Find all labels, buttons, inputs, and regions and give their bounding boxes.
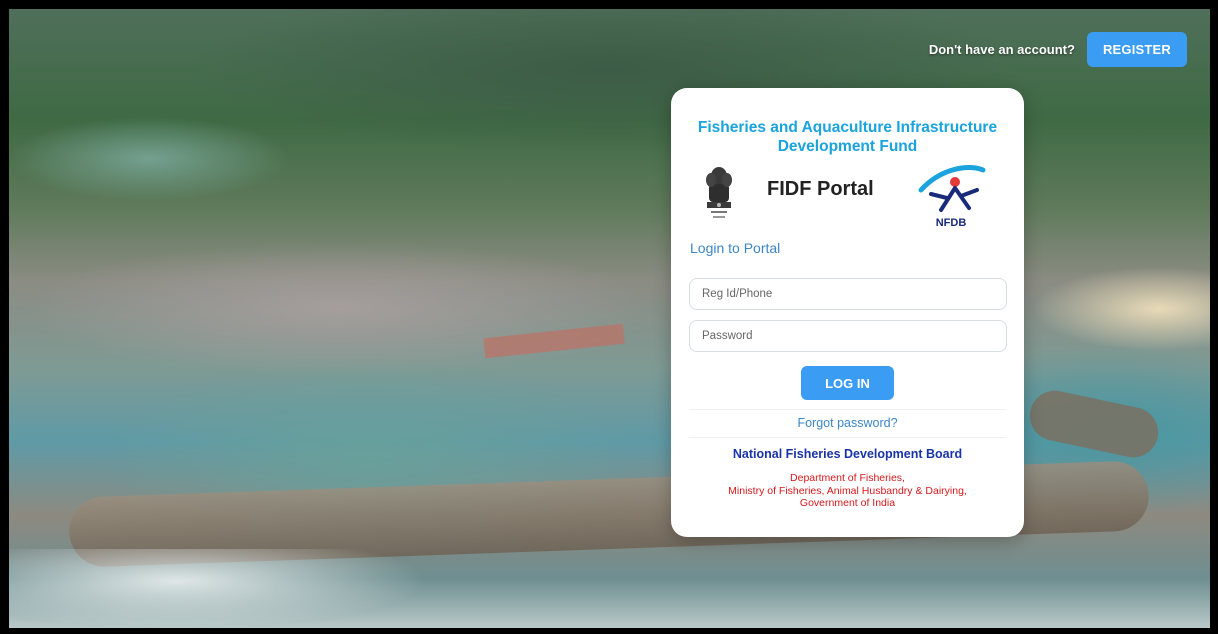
ministry-line: Department of Fisheries, (790, 472, 905, 484)
ministry-info: Department of Fisheries, Ministry of Fis… (671, 472, 1024, 510)
portal-name: FIDF Portal (767, 178, 874, 200)
register-button[interactable]: REGISTER (1086, 32, 1187, 67)
password-input[interactable] (689, 320, 1007, 352)
ministry-line: Ministry of Fisheries, Animal Husbandry … (728, 484, 967, 497)
reg-id-phone-input[interactable] (689, 278, 1007, 310)
board-name: National Fisheries Development Board (732, 447, 963, 461)
ministry-line: Government of India (799, 497, 896, 509)
forgot-password-link[interactable]: Forgot password? (671, 416, 1024, 430)
login-heading: Login to Portal (690, 240, 781, 256)
divider (689, 409, 1006, 410)
top-bar: Don't have an account? REGISTER (929, 32, 1187, 67)
divider (689, 437, 1006, 438)
state-emblem-icon (706, 167, 732, 218)
background-surf (9, 549, 429, 628)
login-card: Fisheries and Aquaculture Infrastructure… (671, 88, 1024, 537)
login-button[interactable]: LOG IN (801, 366, 894, 400)
fund-title: Fisheries and Aquaculture Infrastructure… (697, 119, 998, 155)
background-jetty (1025, 386, 1163, 462)
nfdb-logo-icon: NFDB (918, 165, 986, 229)
background-shed (483, 323, 625, 359)
nfdb-logo-text: NFDB (936, 217, 967, 229)
page-frame: Don't have an account? REGISTER Fisherie… (0, 0, 1218, 634)
background-harbour-image (9, 9, 1210, 628)
account-prompt: Don't have an account? (928, 42, 1075, 57)
